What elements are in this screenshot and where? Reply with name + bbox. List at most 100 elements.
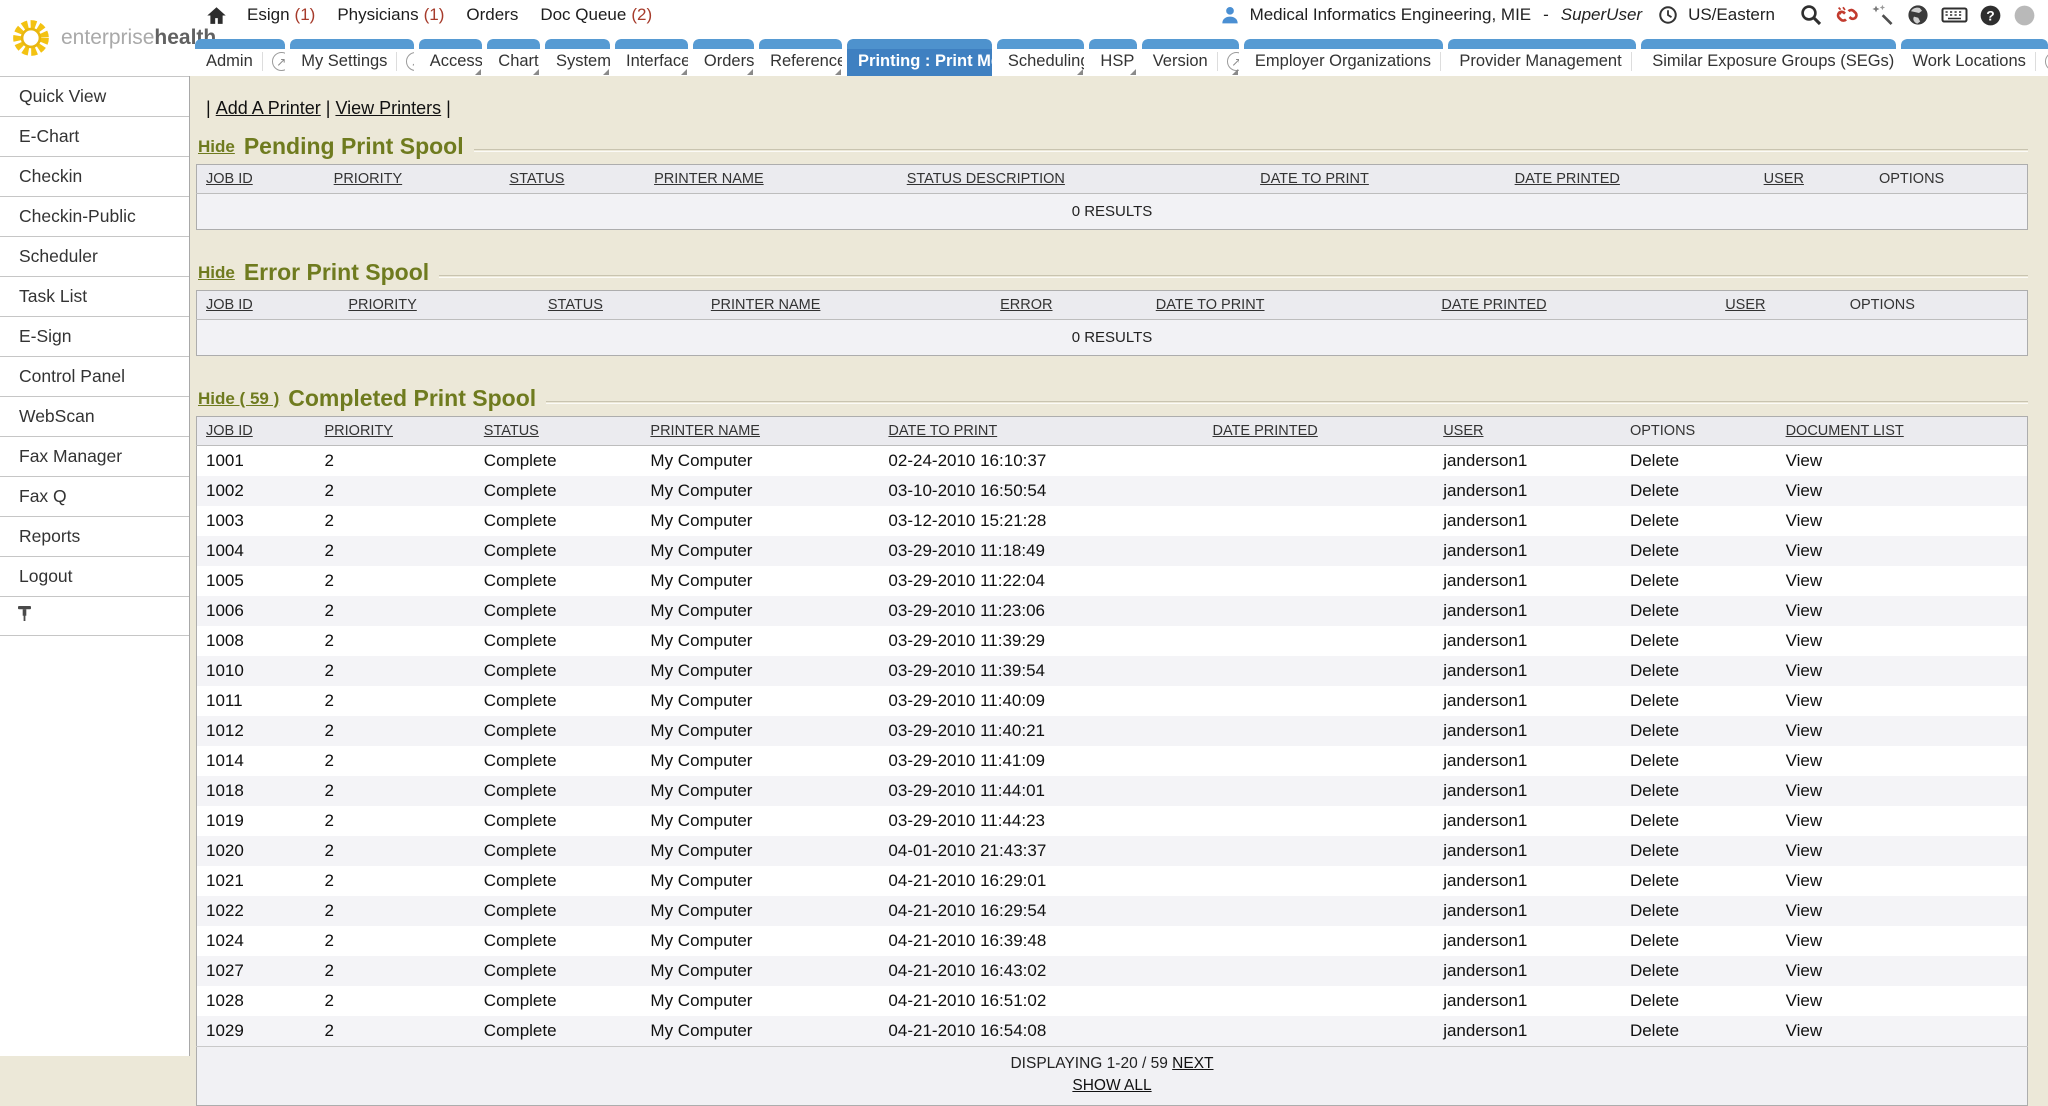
col-label-date-to-print[interactable]: DATE TO PRINT: [1260, 171, 1369, 187]
col-label-date-printed[interactable]: DATE PRINTED: [1441, 297, 1546, 313]
delete-link[interactable]: Delete: [1630, 571, 1679, 590]
delete-link[interactable]: Delete: [1630, 751, 1679, 770]
external-link-icon[interactable]: ↗: [1227, 52, 1239, 71]
tab-provider-management[interactable]: Provider Management↗: [1448, 39, 1636, 76]
pushpin-icon[interactable]: [17, 605, 32, 622]
col-label-priority[interactable]: PRIORITY: [348, 297, 416, 313]
tab-interface[interactable]: Interface: [615, 39, 688, 76]
view-link[interactable]: View: [1786, 1021, 1823, 1040]
delete-link[interactable]: Delete: [1630, 511, 1679, 530]
tab-chart[interactable]: Chart: [487, 39, 540, 76]
delete-link[interactable]: Delete: [1630, 691, 1679, 710]
col-label-status[interactable]: STATUS: [484, 423, 539, 439]
delete-link[interactable]: Delete: [1630, 811, 1679, 830]
sidebar-item-webscan[interactable]: WebScan: [0, 397, 189, 437]
tab-similar-exposure-groups-segs[interactable]: Similar Exposure Groups (SEGs)↗: [1641, 39, 1896, 76]
delete-link[interactable]: Delete: [1630, 961, 1679, 980]
sidebar-item-logout[interactable]: Logout: [0, 557, 189, 597]
delete-link[interactable]: Delete: [1630, 781, 1679, 800]
col-label-user[interactable]: USER: [1443, 423, 1483, 439]
wand-icon[interactable]: [1871, 3, 1895, 27]
col-label-priority[interactable]: PRIORITY: [325, 423, 393, 439]
delete-link[interactable]: Delete: [1630, 841, 1679, 860]
keyboard-icon[interactable]: [1941, 4, 1968, 26]
view-link[interactable]: View: [1786, 811, 1823, 830]
col-label-date-to-print[interactable]: DATE TO PRINT: [888, 423, 997, 439]
col-label-job-id[interactable]: JOB ID: [206, 423, 253, 439]
col-label-job-id[interactable]: JOB ID: [206, 171, 253, 187]
view-link[interactable]: View: [1786, 871, 1823, 890]
delete-link[interactable]: Delete: [1630, 1021, 1679, 1040]
sidebar-item-task-list[interactable]: Task List: [0, 277, 189, 317]
delete-link[interactable]: Delete: [1630, 661, 1679, 680]
col-label-user[interactable]: USER: [1725, 297, 1765, 313]
delete-link[interactable]: Delete: [1630, 451, 1679, 470]
sidebar-item-control-panel[interactable]: Control Panel: [0, 357, 189, 397]
col-label-error[interactable]: ERROR: [1000, 297, 1052, 313]
col-label-status-description[interactable]: STATUS DESCRIPTION: [907, 171, 1065, 187]
completed-hide-link[interactable]: Hide ( 59 ): [198, 389, 279, 409]
delete-link[interactable]: Delete: [1630, 601, 1679, 620]
delete-link[interactable]: Delete: [1630, 871, 1679, 890]
view-link[interactable]: View: [1786, 691, 1823, 710]
delete-link[interactable]: Delete: [1630, 991, 1679, 1010]
tab-version[interactable]: Version↗: [1142, 39, 1239, 76]
next-link[interactable]: NEXT: [1172, 1055, 1213, 1072]
delete-link[interactable]: Delete: [1630, 541, 1679, 560]
tab-orders[interactable]: Orders: [693, 39, 754, 76]
globe-icon[interactable]: [1906, 3, 1930, 27]
delete-link[interactable]: Delete: [1630, 931, 1679, 950]
sidebar-item-reports[interactable]: Reports: [0, 517, 189, 557]
col-label-status[interactable]: STATUS: [509, 171, 564, 187]
tab-reference[interactable]: Reference: [759, 39, 842, 76]
view-link[interactable]: View: [1786, 541, 1823, 560]
view-link[interactable]: View: [1786, 931, 1823, 950]
sidebar-item-scheduler[interactable]: Scheduler: [0, 237, 189, 277]
view-link[interactable]: View: [1786, 481, 1823, 500]
view-link[interactable]: View: [1786, 991, 1823, 1010]
view-printers-link[interactable]: View Printers: [335, 98, 441, 118]
delete-link[interactable]: Delete: [1630, 721, 1679, 740]
home-icon[interactable]: [206, 5, 227, 26]
top-link-esign[interactable]: Esign(1): [247, 5, 315, 25]
view-link[interactable]: View: [1786, 721, 1823, 740]
delete-link[interactable]: Delete: [1630, 901, 1679, 920]
tab-system[interactable]: System: [545, 39, 610, 76]
top-link-physicians[interactable]: Physicians(1): [337, 5, 444, 25]
col-label-printer-name[interactable]: PRINTER NAME: [654, 171, 764, 187]
tab-work-locations[interactable]: Work Locations↗: [1901, 39, 2048, 76]
delete-link[interactable]: Delete: [1630, 631, 1679, 650]
sidebar-item-checkin-public[interactable]: Checkin-Public: [0, 197, 189, 237]
tab-scheduling[interactable]: Scheduling: [997, 39, 1085, 76]
sidebar-item-fax-q[interactable]: Fax Q: [0, 477, 189, 517]
tab-my-settings[interactable]: My Settings↗: [290, 39, 414, 76]
sidebar-item-fax-manager[interactable]: Fax Manager: [0, 437, 189, 477]
view-link[interactable]: View: [1786, 511, 1823, 530]
col-label-job-id[interactable]: JOB ID: [206, 297, 253, 313]
sidebar-item-e-sign[interactable]: E-Sign: [0, 317, 189, 357]
add-printer-link[interactable]: Add A Printer: [216, 98, 321, 118]
show-all-link[interactable]: SHOW ALL: [1072, 1077, 1151, 1094]
view-link[interactable]: View: [1786, 841, 1823, 860]
view-link[interactable]: View: [1786, 961, 1823, 980]
tab-employer-organizations[interactable]: Employer Organizations↗: [1244, 39, 1443, 76]
view-link[interactable]: View: [1786, 601, 1823, 620]
view-link[interactable]: View: [1786, 751, 1823, 770]
sidebar-item-e-chart[interactable]: E-Chart: [0, 117, 189, 157]
view-link[interactable]: View: [1786, 631, 1823, 650]
error-hide-link[interactable]: Hide: [198, 263, 235, 283]
tab-hsp[interactable]: HSP: [1089, 39, 1136, 76]
external-link-icon[interactable]: ↗: [272, 52, 285, 71]
col-label-printer-name[interactable]: PRINTER NAME: [650, 423, 760, 439]
col-label-priority[interactable]: PRIORITY: [334, 171, 402, 187]
top-link-doc-queue[interactable]: Doc Queue(2): [540, 5, 652, 25]
broken-link-icon[interactable]: [1834, 3, 1860, 27]
sidebar-item-quick-view[interactable]: Quick View: [0, 77, 189, 117]
tab-printing-print-mgr[interactable]: Printing : Print Mgr: [847, 39, 992, 76]
col-label-printer-name[interactable]: PRINTER NAME: [711, 297, 821, 313]
tab-access[interactable]: Access: [419, 39, 483, 76]
view-link[interactable]: View: [1786, 451, 1823, 470]
view-link[interactable]: View: [1786, 781, 1823, 800]
col-label-date-to-print[interactable]: DATE TO PRINT: [1156, 297, 1265, 313]
help-icon[interactable]: ?: [1979, 4, 2002, 27]
